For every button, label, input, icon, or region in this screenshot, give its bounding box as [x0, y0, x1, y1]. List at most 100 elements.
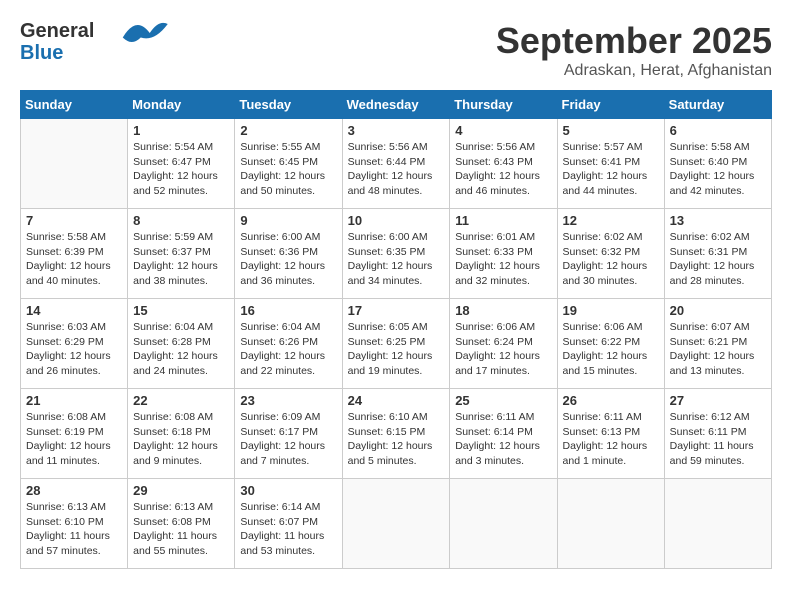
calendar-cell: [342, 479, 450, 569]
calendar-cell: [21, 119, 128, 209]
day-number: 9: [240, 213, 336, 228]
day-number: 2: [240, 123, 336, 138]
day-number: 4: [455, 123, 551, 138]
day-info: Sunrise: 6:04 AMSunset: 6:26 PMDaylight:…: [240, 320, 336, 379]
calendar-body: 1 Sunrise: 5:54 AMSunset: 6:47 PMDaylight…: [21, 119, 772, 569]
day-info: Sunrise: 6:02 AMSunset: 6:31 PMDaylight:…: [670, 230, 766, 289]
day-info: Sunrise: 6:03 AMSunset: 6:29 PMDaylight:…: [26, 320, 122, 379]
day-info: Sunrise: 6:08 AMSunset: 6:18 PMDaylight:…: [133, 410, 229, 469]
calendar-cell: 2 Sunrise: 5:55 AMSunset: 6:45 PMDaylight…: [235, 119, 342, 209]
day-info: Sunrise: 6:08 AMSunset: 6:19 PMDaylight:…: [26, 410, 122, 469]
day-number: 5: [563, 123, 659, 138]
calendar-header: SundayMondayTuesdayWednesdayThursdayFrid…: [21, 91, 772, 119]
day-info: Sunrise: 5:56 AMSunset: 6:44 PMDaylight:…: [348, 140, 445, 199]
calendar-cell: 6 Sunrise: 5:58 AMSunset: 6:40 PMDaylight…: [664, 119, 771, 209]
calendar-cell: 3 Sunrise: 5:56 AMSunset: 6:44 PMDaylight…: [342, 119, 450, 209]
logo-bird-icon: [98, 15, 188, 60]
day-info: Sunrise: 5:57 AMSunset: 6:41 PMDaylight:…: [563, 140, 659, 199]
calendar-cell: 15 Sunrise: 6:04 AMSunset: 6:28 PMDayligh…: [128, 299, 235, 389]
calendar-cell: [664, 479, 771, 569]
calendar-cell: 28 Sunrise: 6:13 AMSunset: 6:10 PMDayligh…: [21, 479, 128, 569]
day-info: Sunrise: 6:02 AMSunset: 6:32 PMDaylight:…: [563, 230, 659, 289]
calendar-cell: 30Sunrise: 6:14 AMSunset: 6:07 PMDayligh…: [235, 479, 342, 569]
logo: GeneralBlue: [20, 20, 188, 64]
calendar-cell: 18 Sunrise: 6:06 AMSunset: 6:24 PMDayligh…: [450, 299, 557, 389]
calendar-week-row: 14 Sunrise: 6:03 AMSunset: 6:29 PMDayligh…: [21, 299, 772, 389]
calendar-cell: 22 Sunrise: 6:08 AMSunset: 6:18 PMDayligh…: [128, 389, 235, 479]
calendar-week-row: 21 Sunrise: 6:08 AMSunset: 6:19 PMDayligh…: [21, 389, 772, 479]
weekday-header-sunday: Sunday: [21, 91, 128, 119]
calendar-cell: [450, 479, 557, 569]
day-number: 11: [455, 213, 551, 228]
weekday-header-friday: Friday: [557, 91, 664, 119]
calendar-cell: 20 Sunrise: 6:07 AMSunset: 6:21 PMDayligh…: [664, 299, 771, 389]
day-info: Sunrise: 6:12 AMSunset: 6:11 PMDaylight:…: [670, 410, 766, 469]
day-info: Sunrise: 5:55 AMSunset: 6:45 PMDaylight:…: [240, 140, 336, 199]
day-info: Sunrise: 6:10 AMSunset: 6:15 PMDaylight:…: [348, 410, 445, 469]
calendar-cell: 8 Sunrise: 5:59 AMSunset: 6:37 PMDaylight…: [128, 209, 235, 299]
weekday-header-monday: Monday: [128, 91, 235, 119]
day-number: 6: [670, 123, 766, 138]
calendar-cell: 4 Sunrise: 5:56 AMSunset: 6:43 PMDaylight…: [450, 119, 557, 209]
day-number: 19: [563, 303, 659, 318]
calendar-cell: 29 Sunrise: 6:13 AMSunset: 6:08 PMDayligh…: [128, 479, 235, 569]
day-info: Sunrise: 6:01 AMSunset: 6:33 PMDaylight:…: [455, 230, 551, 289]
location-title: Adraskan, Herat, Afghanistan: [496, 62, 772, 80]
day-info: Sunrise: 6:04 AMSunset: 6:28 PMDaylight:…: [133, 320, 229, 379]
calendar-cell: 27Sunrise: 6:12 AMSunset: 6:11 PMDayligh…: [664, 389, 771, 479]
day-info: Sunrise: 6:00 AMSunset: 6:35 PMDaylight:…: [348, 230, 445, 289]
day-number: 8: [133, 213, 229, 228]
day-number: 1: [133, 123, 229, 138]
day-number: 14: [26, 303, 122, 318]
weekday-header-wednesday: Wednesday: [342, 91, 450, 119]
day-info: Sunrise: 6:06 AMSunset: 6:24 PMDaylight:…: [455, 320, 551, 379]
day-number: 13: [670, 213, 766, 228]
day-number: 24: [348, 393, 445, 408]
day-info: Sunrise: 6:13 AMSunset: 6:08 PMDaylight:…: [133, 500, 229, 559]
calendar-cell: 16Sunrise: 6:04 AMSunset: 6:26 PMDayligh…: [235, 299, 342, 389]
day-number: 12: [563, 213, 659, 228]
calendar-week-row: 7 Sunrise: 5:58 AMSunset: 6:39 PMDaylight…: [21, 209, 772, 299]
day-number: 28: [26, 483, 122, 498]
day-number: 3: [348, 123, 445, 138]
title-block: September 2025 Adraskan, Herat, Afghanis…: [496, 20, 772, 80]
day-info: Sunrise: 6:07 AMSunset: 6:21 PMDaylight:…: [670, 320, 766, 379]
day-number: 21: [26, 393, 122, 408]
day-info: Sunrise: 5:59 AMSunset: 6:37 PMDaylight:…: [133, 230, 229, 289]
day-info: Sunrise: 5:58 AMSunset: 6:40 PMDaylight:…: [670, 140, 766, 199]
calendar-cell: 26 Sunrise: 6:11 AMSunset: 6:13 PMDayligh…: [557, 389, 664, 479]
day-info: Sunrise: 6:13 AMSunset: 6:10 PMDaylight:…: [26, 500, 122, 559]
day-number: 15: [133, 303, 229, 318]
calendar-cell: 24 Sunrise: 6:10 AMSunset: 6:15 PMDayligh…: [342, 389, 450, 479]
day-number: 7: [26, 213, 122, 228]
logo-text: GeneralBlue: [20, 20, 188, 64]
calendar-cell: 5 Sunrise: 5:57 AMSunset: 6:41 PMDaylight…: [557, 119, 664, 209]
weekday-header-tuesday: Tuesday: [235, 91, 342, 119]
day-info: Sunrise: 5:54 AMSunset: 6:47 PMDaylight:…: [133, 140, 229, 199]
day-number: 17: [348, 303, 445, 318]
weekday-header-saturday: Saturday: [664, 91, 771, 119]
day-number: 26: [563, 393, 659, 408]
page-header: GeneralBlue September 2025 Adraskan, Her…: [20, 20, 772, 80]
weekday-header-row: SundayMondayTuesdayWednesdayThursdayFrid…: [21, 91, 772, 119]
day-number: 22: [133, 393, 229, 408]
day-number: 10: [348, 213, 445, 228]
month-title: September 2025: [496, 20, 772, 62]
day-number: 30: [240, 483, 336, 498]
day-info: Sunrise: 5:58 AMSunset: 6:39 PMDaylight:…: [26, 230, 122, 289]
calendar-table: SundayMondayTuesdayWednesdayThursdayFrid…: [20, 90, 772, 569]
day-number: 18: [455, 303, 551, 318]
day-info: Sunrise: 6:09 AMSunset: 6:17 PMDaylight:…: [240, 410, 336, 469]
day-info: Sunrise: 5:56 AMSunset: 6:43 PMDaylight:…: [455, 140, 551, 199]
day-number: 23: [240, 393, 336, 408]
calendar-cell: 17Sunrise: 6:05 AMSunset: 6:25 PMDayligh…: [342, 299, 450, 389]
weekday-header-thursday: Thursday: [450, 91, 557, 119]
day-info: Sunrise: 6:11 AMSunset: 6:13 PMDaylight:…: [563, 410, 659, 469]
day-number: 29: [133, 483, 229, 498]
calendar-cell: [557, 479, 664, 569]
calendar-week-row: 28 Sunrise: 6:13 AMSunset: 6:10 PMDayligh…: [21, 479, 772, 569]
day-number: 25: [455, 393, 551, 408]
day-number: 20: [670, 303, 766, 318]
day-info: Sunrise: 6:06 AMSunset: 6:22 PMDaylight:…: [563, 320, 659, 379]
calendar-cell: 14 Sunrise: 6:03 AMSunset: 6:29 PMDayligh…: [21, 299, 128, 389]
